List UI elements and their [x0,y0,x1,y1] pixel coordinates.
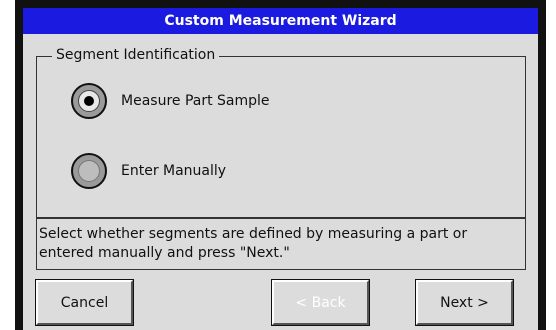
help-text: Select whether segments are defined by m… [39,226,468,261]
title-bar: Custom Measurement Wizard [23,8,538,34]
radio-enter-manually[interactable]: Enter Manually [71,153,226,189]
radio-measure-part-sample[interactable]: Measure Part Sample [71,83,270,119]
radio-button-selected[interactable] [71,83,107,119]
cancel-button[interactable]: Cancel [35,279,134,326]
radio-dot-icon [84,96,94,106]
back-button[interactable]: < Back [271,279,370,326]
next-button[interactable]: Next > [415,279,514,326]
segment-identification-group: Segment Identification Measure Part Samp… [36,47,526,218]
help-text-box: Select whether segments are defined by m… [36,218,526,270]
group-legend: Segment Identification [52,47,220,63]
window-title: Custom Measurement Wizard [164,13,397,29]
radio-button-unselected[interactable] [71,153,107,189]
radio-label: Enter Manually [121,163,227,179]
radio-label: Measure Part Sample [121,93,270,109]
wizard-window: Custom Measurement Wizard Segment Identi… [15,0,546,330]
